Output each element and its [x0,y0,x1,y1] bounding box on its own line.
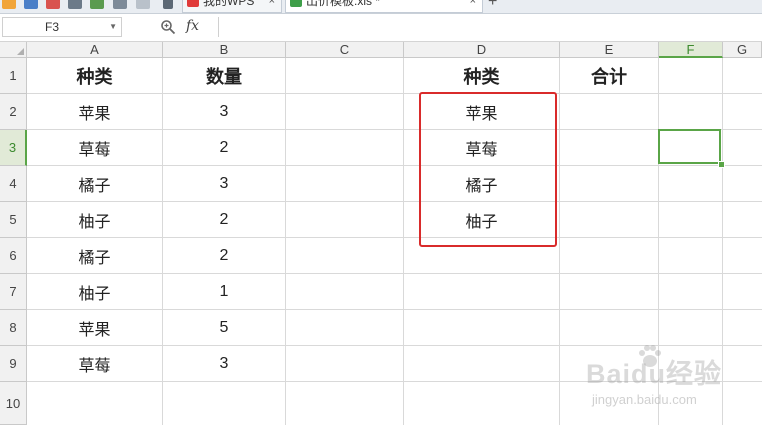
print-preview-icon[interactable] [90,0,104,9]
cell-a9[interactable]: 草莓 [27,346,162,381]
select-all-corner[interactable] [0,42,27,58]
watermark-url: jingyan.baidu.com [592,392,697,407]
row-header-6[interactable]: 6 [0,238,27,274]
column-header-f[interactable]: F [659,42,723,58]
grid-line [722,58,723,425]
tab-label: 出价模板.xls * [306,0,381,8]
spreadsheet-file-icon [290,0,302,7]
row-header-8[interactable]: 8 [0,310,27,346]
row-header-5[interactable]: 5 [0,202,27,238]
formula-bar: F3 ▼ fx [0,14,762,42]
tab-my-wps[interactable]: 我的WPS × [182,0,282,13]
row-header-3[interactable]: 3 [0,130,27,166]
select-all-triangle-icon [17,48,24,55]
chevron-down-icon[interactable]: ▼ [109,18,117,36]
row-header-10[interactable]: 10 [0,382,27,425]
export-icon[interactable] [46,0,60,9]
new-tab-button[interactable]: + [488,0,497,10]
function-icon[interactable]: fx [186,18,199,34]
fill-handle[interactable] [718,161,725,168]
cell-a2[interactable]: 苹果 [27,94,162,129]
open-folder-icon[interactable] [2,0,16,9]
column-header-a[interactable]: A [27,42,163,58]
grid-line [285,58,286,425]
close-icon[interactable]: × [470,0,476,8]
tab-spreadsheet[interactable]: 出价模板.xls * × [285,0,483,13]
column-header-b[interactable]: B [163,42,286,58]
title-toolbar: 我的WPS × 出价模板.xls * × + [0,0,762,14]
selected-cell-f3[interactable] [658,129,721,164]
column-header-c[interactable]: C [286,42,404,58]
cell-a6[interactable]: 橘子 [27,238,162,273]
cell-a4[interactable]: 橘子 [27,166,162,201]
cell-d1-header[interactable]: 种类 [404,58,559,93]
cell-a5[interactable]: 柚子 [27,202,162,237]
watermark-brand: Baidu经验 [586,359,723,389]
cell-b8[interactable]: 5 [163,310,285,345]
cell-b2[interactable]: 3 [163,94,285,129]
close-icon[interactable]: × [269,0,275,8]
row-header-1[interactable]: 1 [0,58,27,94]
cell-b7[interactable]: 1 [163,274,285,309]
highlight-box [419,92,557,247]
name-box-value: F3 [45,20,60,34]
wps-logo-icon [187,0,199,7]
row-header-4[interactable]: 4 [0,166,27,202]
redo-icon[interactable] [136,0,150,9]
cell-a7[interactable]: 柚子 [27,274,162,309]
cell-b5[interactable]: 2 [163,202,285,237]
row-header-9[interactable]: 9 [0,346,27,382]
cell-a3[interactable]: 草莓 [27,130,162,165]
cell-b6[interactable]: 2 [163,238,285,273]
print-icon[interactable] [68,0,82,9]
cell-b4[interactable]: 3 [163,166,285,201]
column-header-g[interactable]: G [723,42,762,58]
cell-a8[interactable]: 苹果 [27,310,162,345]
row-header-7[interactable]: 7 [0,274,27,310]
cell-e1-header[interactable]: 合计 [560,58,658,93]
cell-a1-header[interactable]: 种类 [27,58,162,93]
undo-icon[interactable] [113,0,127,9]
more-dropdown-icon[interactable] [163,0,173,9]
tab-label: 我的WPS [203,0,255,8]
cell-b1-header[interactable]: 数量 [163,58,285,93]
row-header-2[interactable]: 2 [0,94,27,130]
column-header-d[interactable]: D [404,42,560,58]
name-box[interactable]: F3 ▼ [2,17,122,37]
cell-b9[interactable]: 3 [163,346,285,381]
grid-line [559,58,560,425]
save-icon[interactable] [24,0,38,9]
formula-input[interactable] [218,17,762,37]
column-header-e[interactable]: E [560,42,659,58]
zoom-icon[interactable] [160,19,176,35]
cell-b3[interactable]: 2 [163,130,285,165]
